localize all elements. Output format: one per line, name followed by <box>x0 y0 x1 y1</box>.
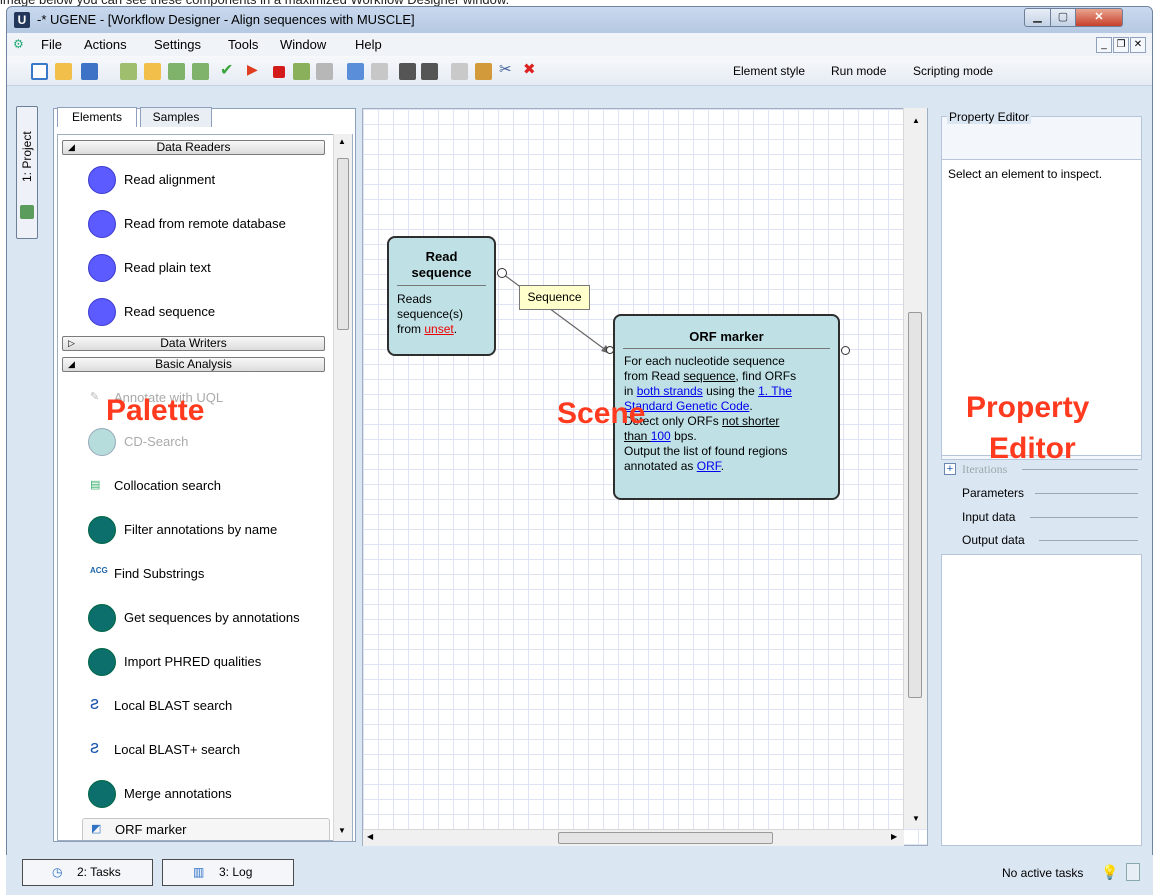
unset-link[interactable]: unset <box>424 322 453 336</box>
output-data-row[interactable]: Output data <box>962 533 1025 547</box>
node-desc: using the <box>702 384 759 398</box>
divider <box>1039 540 1138 541</box>
divider <box>1035 493 1138 494</box>
editor-annotation: Editor <box>989 432 1076 465</box>
node-title: sequence <box>411 265 472 280</box>
min-length-link[interactable]: not shorter <box>722 414 779 428</box>
node-desc: Reads <box>397 292 432 306</box>
node-desc: . <box>749 399 753 413</box>
node-desc: from Read <box>624 369 684 383</box>
clock-icon: ◷ <box>52 865 63 879</box>
node-desc: For each nucleotide sequence <box>624 354 785 368</box>
node-desc: annotated as <box>624 459 697 473</box>
min-length-link[interactable]: than <box>624 429 651 443</box>
hint-bulb-icon[interactable]: 💡 <box>1101 864 1118 881</box>
node-title: ORF marker <box>689 329 764 344</box>
property-editor-title: Property Editor <box>947 110 1032 124</box>
iterations-row[interactable]: Iterations <box>962 462 1007 477</box>
node-desc: Output the list of found regions <box>624 444 788 458</box>
output-port[interactable] <box>841 346 850 355</box>
node-desc: bps <box>670 429 694 443</box>
orf-link[interactable]: ORF <box>697 459 721 473</box>
orf-marker-node[interactable]: ORF marker For each nucleotide sequence … <box>613 314 840 500</box>
parameters-row[interactable]: Parameters <box>962 486 1024 500</box>
scene-horizontal-scrollbar[interactable]: ◀ ▶ <box>363 829 904 846</box>
status-text: No active tasks <box>1002 866 1084 880</box>
expand-plus-icon[interactable]: + <box>944 463 956 475</box>
input-port[interactable] <box>606 346 614 354</box>
scene-annotation: Scene <box>557 397 646 430</box>
property-editor-lower-panel <box>941 554 1142 846</box>
scene-vertical-scrollbar[interactable]: ▲ ▼ <box>903 108 927 829</box>
divider <box>1030 517 1138 518</box>
node-desc: sequence(s) <box>397 307 464 321</box>
node-desc: . <box>693 429 697 443</box>
palette-annotation: Palette <box>106 394 205 427</box>
genetic-code-link[interactable]: 1. The <box>758 384 792 398</box>
strands-link[interactable]: both strands <box>637 384 703 398</box>
log-button[interactable]: ▥ 3: Log <box>162 859 294 886</box>
scene-vscroll-thumb[interactable] <box>908 312 922 698</box>
book-icon: ▥ <box>193 865 205 879</box>
scroll-left-icon[interactable]: ◀ <box>367 832 373 841</box>
scene-hscroll-thumb[interactable] <box>558 832 773 844</box>
node-desc: from <box>397 322 425 336</box>
scroll-down-icon[interactable]: ▼ <box>912 814 920 823</box>
node-desc: . <box>453 322 458 336</box>
tasks-label: 2: Tasks <box>77 865 121 879</box>
divider <box>1022 469 1138 470</box>
node-desc: , find ORFs <box>735 369 797 383</box>
scroll-right-icon[interactable]: ▶ <box>891 832 897 841</box>
notification-icon[interactable] <box>1126 863 1140 881</box>
property-annotation: Property <box>966 391 1090 424</box>
input-data-row[interactable]: Input data <box>962 510 1015 524</box>
link-label: Sequence <box>519 285 590 310</box>
sequence-link[interactable]: sequence <box>683 369 735 383</box>
read-sequence-node[interactable]: Read sequence Reads sequence(s) from unset. <box>387 236 496 356</box>
property-hint: Select an element to inspect. <box>948 167 1103 181</box>
tasks-button[interactable]: ◷ 2: Tasks <box>22 859 153 886</box>
node-desc: . <box>720 459 725 473</box>
min-length-value[interactable]: 100 <box>651 429 671 443</box>
log-label: 3: Log <box>219 865 253 879</box>
node-title: Read <box>425 249 458 264</box>
node-desc: in <box>624 384 637 398</box>
output-port[interactable] <box>497 268 507 278</box>
scroll-up-icon[interactable]: ▲ <box>912 116 920 125</box>
